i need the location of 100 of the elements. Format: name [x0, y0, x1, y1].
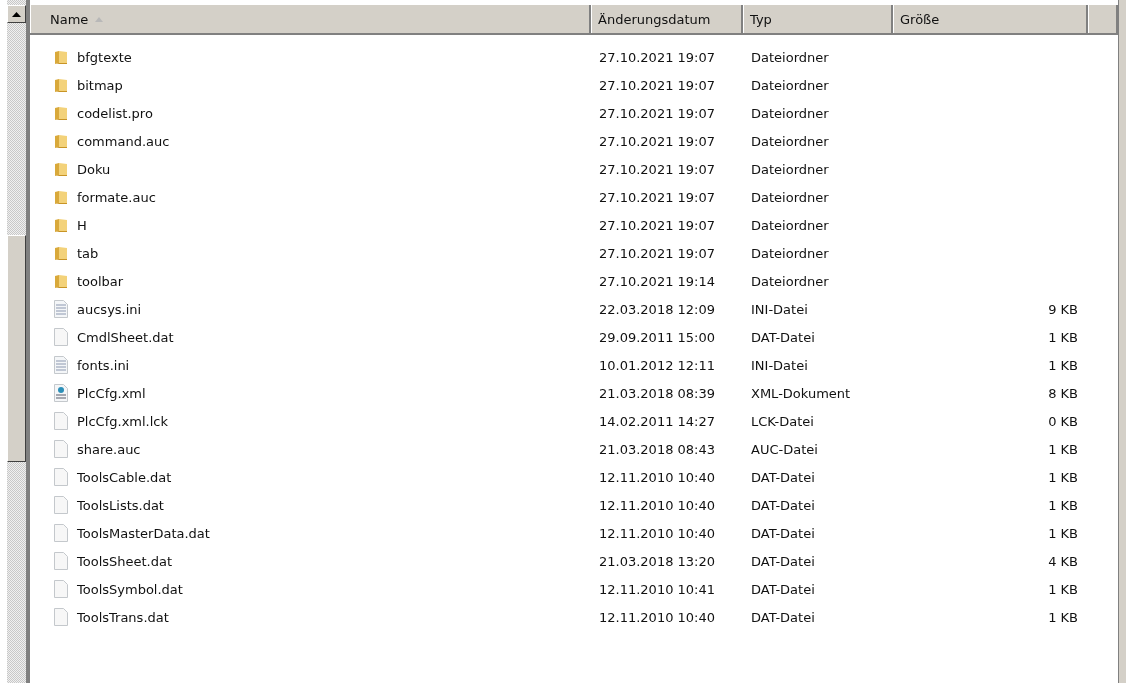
file-size: 1 KB — [1048, 357, 1078, 373]
file-type: Dateiordner — [751, 49, 829, 65]
file-icon — [53, 524, 69, 542]
modified-date: 27.10.2021 19:14 — [599, 273, 716, 289]
file-type: DAT-Datei — [751, 609, 815, 625]
file-icon — [53, 328, 69, 346]
file-size: 9 KB — [1048, 301, 1078, 317]
file-type: DAT-Datei — [751, 329, 815, 345]
file-name[interactable]: formate.auc — [77, 189, 156, 205]
file-name[interactable]: toolbar — [77, 273, 124, 289]
file-type: Dateiordner — [751, 105, 829, 121]
modified-date: 21.03.2018 08:43 — [599, 441, 716, 457]
file-size: 1 KB — [1048, 497, 1078, 513]
file-icon — [53, 468, 69, 486]
file-name[interactable]: share.auc — [77, 441, 141, 457]
file-type: Dateiordner — [751, 273, 829, 289]
scroll-thumb[interactable] — [7, 235, 26, 462]
text-file-icon — [53, 356, 69, 374]
modified-date: 10.01.2012 12:11 — [599, 357, 716, 373]
xml-file-icon — [53, 384, 69, 402]
file-size: 1 KB — [1048, 441, 1078, 457]
folder-icon — [53, 133, 69, 149]
file-size: 1 KB — [1048, 329, 1078, 345]
folder-icon — [53, 189, 69, 205]
file-name[interactable]: tab — [77, 245, 99, 261]
file-size: 8 KB — [1048, 385, 1078, 401]
file-icon — [53, 496, 69, 514]
file-size: 1 KB — [1048, 581, 1078, 597]
file-type: DAT-Datei — [751, 469, 815, 485]
modified-date: 12.11.2010 10:40 — [599, 609, 716, 625]
file-icon — [53, 552, 69, 570]
file-type: INI-Datei — [751, 301, 808, 317]
file-icon — [53, 412, 69, 430]
modified-date: 22.03.2018 12:09 — [599, 301, 716, 317]
modified-date: 27.10.2021 19:07 — [599, 245, 716, 261]
file-icon — [53, 440, 69, 458]
file-name[interactable]: PlcCfg.xml — [77, 385, 146, 401]
file-name[interactable]: Doku — [77, 161, 111, 177]
modified-date: 27.10.2021 19:07 — [599, 105, 716, 121]
column-header[interactable]: Typ — [743, 5, 893, 33]
file-name[interactable]: bitmap — [77, 77, 123, 93]
file-type: DAT-Datei — [751, 497, 815, 513]
file-icon — [53, 608, 69, 626]
file-type: Dateiordner — [751, 133, 829, 149]
file-type: Dateiordner — [751, 217, 829, 233]
file-name[interactable]: fonts.ini — [77, 357, 130, 373]
file-type: DAT-Datei — [751, 525, 815, 541]
file-type: XML-Dokument — [751, 385, 851, 401]
scroll-up-button[interactable] — [7, 5, 26, 23]
up-arrow-icon — [12, 11, 21, 17]
file-name[interactable]: aucsys.ini — [77, 301, 142, 317]
file-icon — [53, 580, 69, 598]
file-name[interactable]: ToolsSheet.dat — [77, 553, 173, 569]
scrollbar[interactable] — [7, 0, 30, 683]
folder-icon — [53, 273, 69, 289]
modified-date: 12.11.2010 10:41 — [599, 581, 716, 597]
modified-date: 21.03.2018 13:20 — [599, 553, 716, 569]
modified-date: 27.10.2021 19:07 — [599, 161, 716, 177]
modified-date: 27.10.2021 19:07 — [599, 217, 716, 233]
file-name[interactable]: ToolsSymbol.dat — [77, 581, 183, 597]
file-type: LCK-Datei — [751, 413, 814, 429]
file-size: 1 KB — [1048, 525, 1078, 541]
modified-date: 27.10.2021 19:07 — [599, 189, 716, 205]
file-size: 4 KB — [1048, 553, 1078, 569]
modified-date: 12.11.2010 10:40 — [599, 497, 716, 513]
file-name[interactable]: CmdlSheet.dat — [77, 329, 174, 345]
file-name[interactable]: codelist.pro — [77, 105, 153, 121]
column-header[interactable]: Name — [30, 5, 591, 33]
file-name[interactable]: ToolsLists.dat — [77, 497, 164, 513]
file-name[interactable]: ToolsMasterData.dat — [77, 525, 210, 541]
file-name[interactable]: ToolsTrans.dat — [77, 609, 169, 625]
file-size: 0 KB — [1048, 413, 1078, 429]
sort-arrow-icon — [95, 16, 104, 22]
file-type: INI-Datei — [751, 357, 808, 373]
file-name[interactable]: bfgtexte — [77, 49, 132, 65]
text-file-icon — [53, 300, 69, 318]
folder-icon — [53, 217, 69, 233]
modified-date: 21.03.2018 08:39 — [599, 385, 716, 401]
folder-icon — [53, 49, 69, 65]
file-type: Dateiordner — [751, 161, 829, 177]
column-header[interactable]: Größe — [893, 5, 1088, 33]
file-type: DAT-Datei — [751, 553, 815, 569]
file-type: Dateiordner — [751, 189, 829, 205]
file-size: 1 KB — [1048, 609, 1078, 625]
column-header[interactable]: Änderungsdatum — [591, 5, 743, 33]
file-type: DAT-Datei — [751, 581, 815, 597]
folder-icon — [53, 245, 69, 261]
file-name[interactable]: PlcCfg.xml.lck — [77, 413, 169, 429]
file-name[interactable]: command.auc — [77, 133, 170, 149]
file-type: AUC-Datei — [751, 441, 818, 457]
folder-icon — [53, 77, 69, 93]
modified-date: 12.11.2010 10:40 — [599, 525, 716, 541]
modified-date: 27.10.2021 19:07 — [599, 77, 716, 93]
modified-date: 12.11.2010 10:40 — [599, 469, 716, 485]
modified-date: 29.09.2011 15:00 — [599, 329, 716, 345]
file-name[interactable]: ToolsCable.dat — [77, 469, 172, 485]
modified-date: 27.10.2021 19:07 — [599, 49, 716, 65]
file-name[interactable]: H — [77, 217, 87, 233]
file-type: Dateiordner — [751, 245, 829, 261]
file-size: 1 KB — [1048, 469, 1078, 485]
